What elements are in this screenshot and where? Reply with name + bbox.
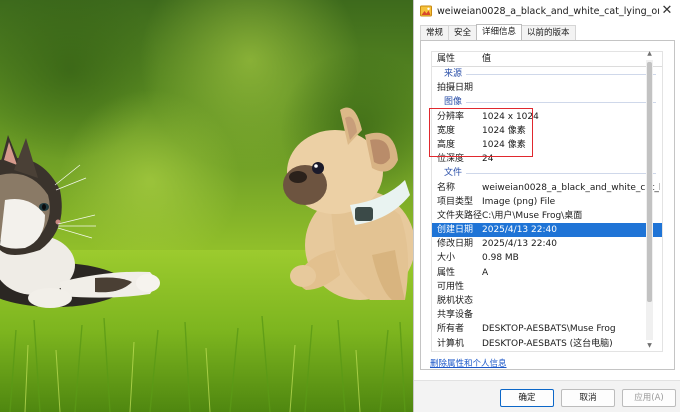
properties-dialog: weiweian0028_a_black_and_white_cat_lying… bbox=[413, 0, 680, 412]
preview-photo bbox=[0, 0, 413, 412]
scroll-up-icon[interactable]: ▲ bbox=[645, 50, 654, 58]
table-row[interactable]: 高度 1024 像素 bbox=[432, 138, 662, 152]
section-file: 文件 bbox=[432, 166, 662, 180]
remove-properties-link[interactable]: 删除属性和个人信息 bbox=[430, 357, 507, 369]
scroll-down-icon[interactable]: ▼ bbox=[645, 342, 654, 350]
title-bar[interactable]: weiweian0028_a_black_and_white_cat_lying… bbox=[414, 0, 680, 22]
table-row[interactable]: 拍摄日期 bbox=[432, 81, 662, 95]
table-row[interactable]: 项目类型 Image (png) File bbox=[432, 195, 662, 209]
section-image: 图像 bbox=[432, 95, 662, 109]
dialog-footer: 确定 取消 应用(A) bbox=[414, 380, 680, 412]
table-row[interactable]: 分辨率 1024 x 1024 bbox=[432, 110, 662, 124]
close-icon[interactable]: ✕ bbox=[659, 3, 675, 19]
table-row[interactable]: 名称 weiweian0028_a_black_and_white_cat_ly… bbox=[432, 181, 662, 195]
section-source: 来源 bbox=[432, 67, 662, 81]
window-title: weiweian0028_a_black_and_white_cat_lying… bbox=[437, 5, 659, 17]
tab-bar: 常规 安全 详细信息 以前的版本 bbox=[420, 24, 576, 40]
column-header-property[interactable]: 属性 bbox=[437, 52, 455, 66]
tab-general[interactable]: 常规 bbox=[420, 25, 450, 40]
table-row[interactable]: 大小 0.98 MB bbox=[432, 251, 662, 265]
tab-previous-versions[interactable]: 以前的版本 bbox=[521, 25, 576, 40]
table-row-selected[interactable]: 创建日期 2025/4/13 22:40 bbox=[432, 223, 662, 238]
table-row[interactable]: 共享设备 bbox=[432, 308, 662, 322]
table-row[interactable]: 脱机状态 bbox=[432, 294, 662, 308]
scroll-track[interactable] bbox=[646, 60, 653, 340]
table-row[interactable]: 位深度 24 bbox=[432, 152, 662, 166]
ok-button[interactable]: 确定 bbox=[500, 389, 554, 407]
vertical-scrollbar[interactable]: ▲ ▼ bbox=[645, 50, 654, 350]
table-row[interactable]: 宽度 1024 像素 bbox=[432, 124, 662, 138]
image-file-icon bbox=[420, 5, 432, 17]
list-header: 属性 值 bbox=[432, 52, 662, 67]
table-row[interactable]: 属性 A bbox=[432, 266, 662, 280]
tab-security[interactable]: 安全 bbox=[448, 25, 478, 40]
cancel-button[interactable]: 取消 bbox=[561, 389, 615, 407]
photo-illustration bbox=[0, 0, 413, 412]
table-row[interactable]: 计算机 DESKTOP-AESBATS (这台电脑) bbox=[432, 337, 662, 351]
table-row[interactable]: 修改日期 2025/4/13 22:40 bbox=[432, 237, 662, 251]
tab-details[interactable]: 详细信息 bbox=[476, 24, 523, 40]
table-row[interactable]: 可用性 bbox=[432, 280, 662, 294]
apply-button[interactable]: 应用(A) bbox=[622, 389, 676, 407]
table-row[interactable]: 文件夹路径 C:\用户\Muse Frog\桌面 bbox=[432, 209, 662, 223]
table-row[interactable]: 所有者 DESKTOP-AESBATS\Muse Frog bbox=[432, 322, 662, 336]
details-panel: 属性 值 来源 拍摄日期 图像 分辨率 1024 x 1024 宽度 1024 … bbox=[420, 40, 675, 370]
scroll-thumb[interactable] bbox=[647, 62, 652, 302]
column-header-value[interactable]: 值 bbox=[482, 52, 660, 66]
properties-list[interactable]: 属性 值 来源 拍摄日期 图像 分辨率 1024 x 1024 宽度 1024 … bbox=[431, 51, 663, 352]
